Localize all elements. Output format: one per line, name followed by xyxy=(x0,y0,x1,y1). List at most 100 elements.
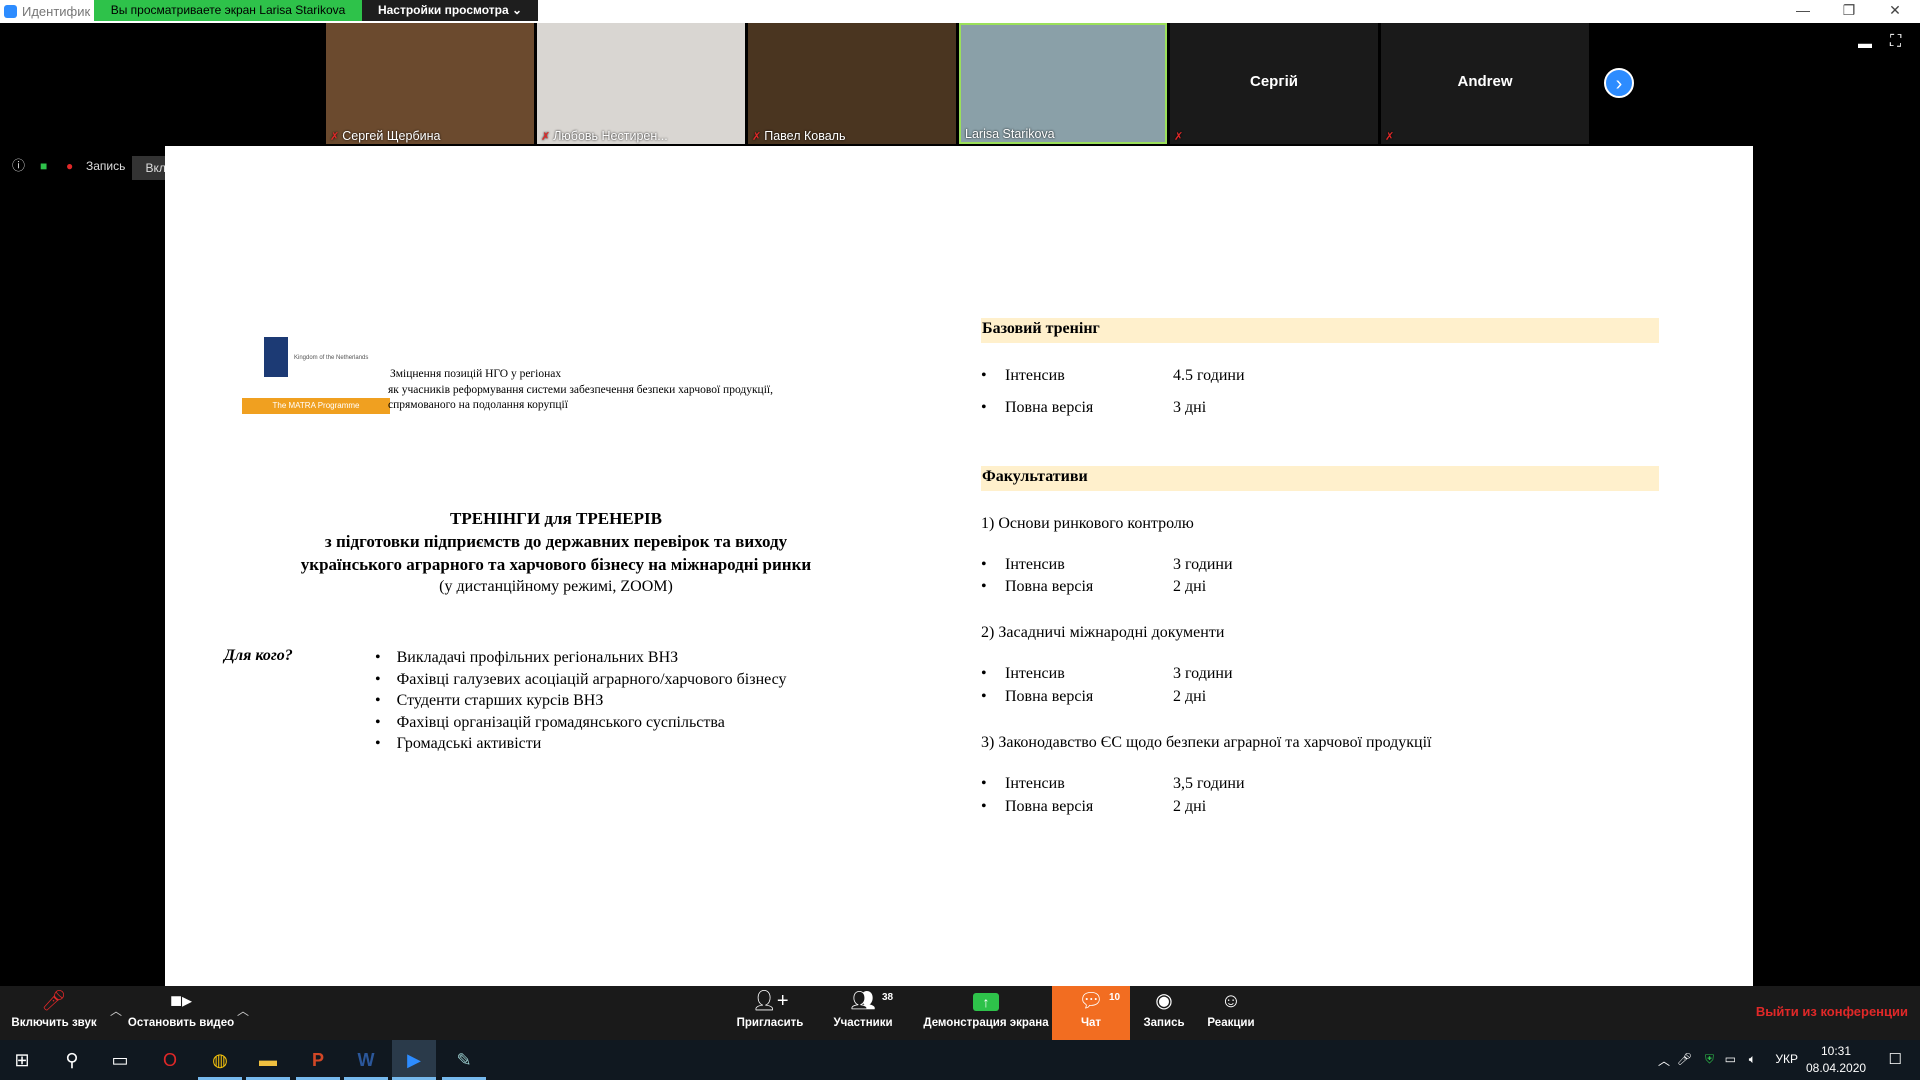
muted-mic-icon: ✗ xyxy=(1385,131,1395,143)
clock-date[interactable]: 08.04.2020 xyxy=(1806,1061,1866,1075)
security-tray-icon[interactable]: ⛨ xyxy=(1705,1052,1714,1067)
slide-title-line-2: з підготовки підприємств до державних пе… xyxy=(324,532,788,551)
leave-meeting-button[interactable]: Выйти из конференции xyxy=(1756,1004,1908,1019)
muted-mic-icon: 🎤︎ xyxy=(41,990,67,1012)
search-icon[interactable]: ⚲ xyxy=(50,1040,94,1080)
ngo-line-2: як учасників реформування системи забезп… xyxy=(388,384,773,396)
muted-mic-icon: ✗ xyxy=(752,131,762,143)
close-button[interactable]: ✕ xyxy=(1872,0,1918,23)
bullet: • xyxy=(981,556,987,573)
ngo-line-3: спрямованого на подолання корупції xyxy=(388,399,568,411)
basic-intensive-label: Інтенсив xyxy=(1005,367,1065,384)
electives-heading: Факультативи xyxy=(982,468,1088,485)
tray-chevron-icon[interactable]: ︿ xyxy=(1658,1052,1670,1069)
invite-button[interactable]: 👤︎+ Пригласить xyxy=(730,986,810,1040)
slide-title-line-3: українського аграрного та харчового бізн… xyxy=(300,555,812,574)
notifications-icon[interactable]: ☐ xyxy=(1889,1050,1902,1068)
unmute-button[interactable]: 🎤︎ Включить звук xyxy=(0,986,108,1040)
opera-icon[interactable]: O xyxy=(148,1040,192,1080)
participants-button[interactable]: 👥︎ Участники 38 xyxy=(820,986,906,1040)
reactions-label: Реакции xyxy=(1207,1017,1255,1029)
audience-list: • Викладачі профільних регіональних ВНЗ … xyxy=(375,647,787,755)
basic-intensive-value: 4.5 години xyxy=(1173,367,1245,384)
layout-toggle-icon[interactable]: ▬ xyxy=(1858,35,1872,51)
task-view-icon[interactable]: ▭ xyxy=(98,1040,142,1080)
chat-label: Чат xyxy=(1080,1017,1102,1029)
video-options-chevron-icon[interactable]: ︿ xyxy=(237,1002,249,1019)
bullet: • xyxy=(375,735,381,752)
reactions-button[interactable]: ☺︎ Реакции xyxy=(1198,986,1264,1040)
record-button[interactable]: ◉ Запись xyxy=(1136,986,1192,1040)
list-item: • Викладачі профільних регіональних ВНЗ xyxy=(375,647,787,669)
bullet: • xyxy=(981,688,987,705)
shared-slide: Kingdom of the Netherlands The MATRA Pro… xyxy=(165,146,1753,986)
participant-tile[interactable]: Сергій ✗ xyxy=(1170,23,1378,144)
participant-tile[interactable]: ✗ Сергей Щербина xyxy=(326,23,534,144)
network-icon[interactable]: ▭ xyxy=(1725,1052,1736,1066)
elective-full-value: 2 дні xyxy=(1173,798,1207,815)
ngo-line-1: Зміцнення позицій НГО у регіонах xyxy=(390,368,562,380)
volume-icon[interactable]: 🔈︎ xyxy=(1749,1052,1756,1067)
mic-tray-icon[interactable]: 🎤︎ xyxy=(1677,1052,1692,1066)
participant-tile[interactable]: Andrew ✗ xyxy=(1381,23,1589,144)
powerpoint-icon[interactable]: P xyxy=(296,1040,340,1080)
participant-name-text: Павел Коваль xyxy=(764,129,846,143)
share-screen-button[interactable]: ↑ Демонстрация экрана xyxy=(916,986,1056,1040)
participant-tile[interactable]: ✗ Павел Коваль xyxy=(748,23,956,144)
list-item: • Фахівці галузевих асоціацій аграрного/… xyxy=(375,669,787,691)
bullet: • xyxy=(375,670,381,688)
file-explorer-icon[interactable]: ▬ xyxy=(246,1040,290,1080)
paint-icon[interactable]: ✎ xyxy=(442,1040,486,1080)
record-label: Запись xyxy=(1143,1017,1185,1029)
chat-button[interactable]: 💬︎ Чат 10 xyxy=(1052,986,1130,1040)
restore-button[interactable]: ❐ xyxy=(1826,0,1872,23)
participants-label: Участники xyxy=(833,1017,893,1029)
audience-item: Громадські активісти xyxy=(396,735,542,752)
invite-label: Пригласить xyxy=(736,1017,804,1029)
info-icon[interactable]: ⓘ xyxy=(12,156,25,176)
view-options-dropdown[interactable]: Настройки просмотра ⌄ xyxy=(362,0,538,21)
smiley-add-icon: ☺︎ xyxy=(1220,990,1242,1012)
participant-tile[interactable]: ✗ Любовь Нестирен... xyxy=(537,23,745,144)
participant-video-strip: ✗ Сергей Щербина ✗ Любовь Нестирен... ✗ Пав… xyxy=(326,23,1598,146)
participant-name-text: Сергій xyxy=(1250,73,1298,90)
language-indicator[interactable]: УКР xyxy=(1775,1052,1798,1066)
bullet: • xyxy=(981,367,987,384)
window-titlebar: Идентифик Вы просматриваете экран Larisa… xyxy=(0,0,1920,23)
participant-name: ✗ Сергей Щербина xyxy=(330,129,440,143)
participant-name: Larisa Starikova xyxy=(965,127,1055,141)
participant-name-text: Andrew xyxy=(1457,73,1513,90)
participant-tile-active-speaker[interactable]: Larisa Starikova xyxy=(959,23,1167,144)
stop-video-label: Остановить видео xyxy=(127,1017,235,1029)
netherlands-coat-of-arms-icon xyxy=(264,337,288,377)
windows-taskbar: ⊞ ⚲ ▭ O ◍ ▬ P W ▶ ✎ ︿ 🎤︎ ⛨ ▭ 🔈︎ УКР 10:3… xyxy=(0,1040,1920,1080)
windows-start-icon[interactable]: ⊞ xyxy=(0,1040,44,1080)
zoom-taskbar-icon[interactable]: ▶ xyxy=(392,1040,436,1080)
stop-video-button[interactable]: ■▸ Остановить видео xyxy=(126,986,236,1040)
bullet: • xyxy=(981,775,987,792)
audio-options-chevron-icon[interactable]: ︿ xyxy=(110,1002,122,1019)
elective-intensive-label: Інтенсив xyxy=(1005,556,1065,573)
lock-icon[interactable]: ■ xyxy=(40,156,47,176)
for-whom-label: Для кого? xyxy=(224,647,293,664)
participant-name: ✗ Любовь Нестирен... xyxy=(541,129,668,143)
chrome-icon[interactable]: ◍ xyxy=(198,1040,242,1080)
audience-item: Викладачі профільних регіональних ВНЗ xyxy=(396,649,679,666)
next-participants-button[interactable]: › xyxy=(1604,68,1634,98)
list-item: • Студенти старших курсів ВНЗ xyxy=(375,690,787,712)
word-icon[interactable]: W xyxy=(344,1040,388,1080)
elective-full-value: 2 дні xyxy=(1173,578,1207,595)
audience-item: Фахівці галузевих асоціацій аграрного/ха… xyxy=(396,670,787,688)
elective-full-label: Повна версія xyxy=(1005,688,1094,705)
slide-title-line-4: (у дистанційному режимі, ZOOM) xyxy=(439,578,673,595)
bullet: • xyxy=(375,692,381,709)
elective-intensive-label: Інтенсив xyxy=(1005,665,1065,682)
fullscreen-icon[interactable]: ⛶ xyxy=(1890,33,1901,51)
share-screen-label: Демонстрация экрана xyxy=(923,1017,1049,1029)
clock-time[interactable]: 10:31 xyxy=(1806,1044,1866,1058)
netherlands-matra-logo: Kingdom of the Netherlands The MATRA Pro… xyxy=(242,337,390,415)
minimize-button[interactable]: — xyxy=(1780,0,1826,23)
elective-full-label: Повна версія xyxy=(1005,578,1094,595)
participant-name: ✗ xyxy=(1385,129,1397,143)
participants-count-badge: 38 xyxy=(882,992,894,1003)
